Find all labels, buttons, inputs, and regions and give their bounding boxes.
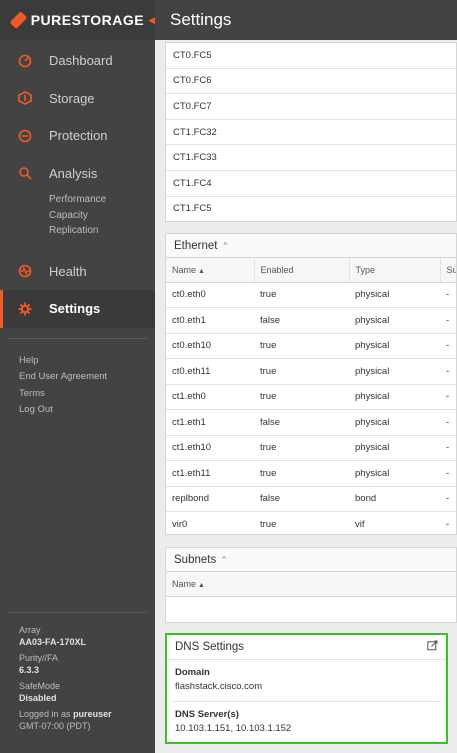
page-title: Settings bbox=[170, 10, 232, 29]
logo-text: PURESTORAGE bbox=[30, 12, 145, 28]
analysis-subnav: Performance Capacity Replication bbox=[0, 192, 155, 239]
fc-ports-panel: CT0.FC5 CT0.FC6 CT0.FC7 CT1.FC32 CT1.FC3… bbox=[165, 42, 457, 222]
pure-storage-logo[interactable]: PURESTORAGE ◀ bbox=[0, 0, 155, 40]
subnets-panel: Subnets ^ Name ▲ bbox=[165, 547, 457, 623]
ethernet-title: Ethernet bbox=[174, 239, 218, 252]
sidebar-links: Help End User Agreement Terms Log Out bbox=[0, 339, 155, 419]
dns-domain-field: Domain flashstack.cisco.com bbox=[167, 660, 446, 692]
analysis-icon bbox=[18, 166, 32, 180]
sidebar-item-health[interactable]: Health bbox=[0, 253, 155, 291]
purity-value: 6.3.3 bbox=[19, 665, 40, 675]
logged-in-user: pureuser bbox=[73, 709, 112, 719]
table-row[interactable]: ct1.eth0 true physical - bbox=[166, 384, 456, 410]
subnets-table: Name ▲ bbox=[166, 572, 456, 597]
protection-icon bbox=[18, 129, 32, 143]
subnets-panel-header[interactable]: Subnets ^ bbox=[166, 548, 456, 572]
table-row[interactable]: ct0.eth11 true physical - bbox=[166, 358, 456, 385]
table-row[interactable]: ct0.eth0 true physical - bbox=[166, 282, 456, 308]
sidebar: PURESTORAGE ◀ Dashboard Storage Protecti… bbox=[0, 0, 155, 753]
column-header-type[interactable]: Type bbox=[349, 258, 441, 283]
sidebar-subitem-replication[interactable]: Replication bbox=[49, 223, 155, 239]
edit-icon[interactable] bbox=[427, 640, 438, 654]
sidebar-item-dashboard[interactable]: Dashboard bbox=[0, 42, 155, 80]
purity-label: Purity//FA bbox=[19, 653, 59, 663]
chevron-up-icon[interactable]: ^ bbox=[223, 241, 227, 250]
ethernet-table: Name ▲ Enabled Type Su ct0.eth0 true physic… bbox=[166, 258, 456, 534]
table-row[interactable]: ct0.eth1 false physical - bbox=[166, 307, 456, 334]
sidebar-subitem-capacity[interactable]: Capacity bbox=[49, 208, 155, 224]
table-row[interactable]: CT0.FC7 bbox=[166, 94, 456, 120]
table-row[interactable]: ct1.eth1 false physical - bbox=[166, 409, 456, 436]
table-row[interactable]: CT0.FC5 bbox=[166, 43, 456, 69]
timezone: GMT-07:00 (PDT) bbox=[19, 721, 91, 731]
safemode-label: SafeMode bbox=[19, 681, 61, 691]
array-label: Array bbox=[19, 625, 41, 635]
dns-servers-field: DNS Server(s) 10.103.1.151, 10.103.1.152 bbox=[167, 702, 446, 734]
storage-icon bbox=[18, 91, 32, 106]
sidebar-item-label: Analysis bbox=[49, 165, 98, 181]
dns-domain-value: flashstack.cisco.com bbox=[175, 681, 263, 692]
ethernet-panel: Ethernet ^ Name ▲ Enabled Type Su ct0.eth… bbox=[165, 233, 457, 535]
sidebar-item-label: Protection bbox=[49, 128, 108, 144]
sidebar-divider bbox=[8, 612, 147, 613]
dns-settings-panel: DNS Settings Domain flashstack.cisco.com… bbox=[165, 633, 448, 744]
array-value: AA03-FA-170XL bbox=[19, 637, 87, 647]
sidebar-item-label: Storage bbox=[49, 90, 95, 106]
safemode-value: Disabled bbox=[19, 693, 57, 703]
dns-settings-title: DNS Settings bbox=[175, 641, 245, 653]
sidebar-item-protection[interactable]: Protection bbox=[0, 117, 155, 155]
table-row[interactable]: ct1.eth10 true physical - bbox=[166, 435, 456, 461]
header: Settings bbox=[155, 0, 457, 40]
column-header-speed[interactable]: Su bbox=[440, 258, 456, 283]
dns-settings-header: DNS Settings bbox=[167, 635, 446, 660]
dns-servers-value: 10.103.1.151, 10.103.1.152 bbox=[175, 723, 292, 734]
collapse-arrow-icon[interactable]: ◀ bbox=[148, 15, 155, 26]
dns-domain-label: Domain bbox=[175, 667, 210, 678]
table-row[interactable]: CT1.FC5 bbox=[166, 197, 456, 221]
table-row[interactable]: CT1.FC33 bbox=[166, 145, 456, 171]
table-row[interactable]: ct1.eth11 true physical - bbox=[166, 460, 456, 487]
ethernet-panel-header[interactable]: Ethernet ^ bbox=[166, 234, 456, 258]
sidebar-item-label: Settings bbox=[49, 301, 101, 317]
column-header-name[interactable]: Name ▲ bbox=[166, 258, 255, 283]
sidebar-item-storage[interactable]: Storage bbox=[0, 80, 155, 118]
sidebar-item-settings[interactable]: Settings bbox=[0, 290, 155, 328]
gear-icon bbox=[18, 302, 32, 316]
array-info: Array AA03-FA-170XL Purity//FA 6.3.3 Saf… bbox=[19, 624, 112, 736]
logged-in-label: Logged in as bbox=[19, 709, 71, 719]
sidebar-subitem-performance[interactable]: Performance bbox=[49, 192, 155, 208]
dashboard-icon bbox=[18, 54, 32, 68]
sidebar-item-label: Health bbox=[49, 263, 87, 279]
health-icon bbox=[18, 264, 32, 278]
pure-storage-logo-mark bbox=[9, 11, 28, 29]
table-row[interactable]: vir0 true vif - bbox=[166, 511, 456, 534]
sidebar-item-analysis[interactable]: Analysis bbox=[0, 155, 155, 193]
sort-ascending-icon: ▲ bbox=[198, 581, 205, 589]
dns-servers-label: DNS Server(s) bbox=[175, 709, 239, 720]
column-header-enabled[interactable]: Enabled bbox=[254, 258, 350, 283]
table-row[interactable]: CT0.FC6 bbox=[166, 69, 456, 95]
table-row[interactable]: CT1.FC32 bbox=[166, 120, 456, 146]
table-row[interactable]: replbond false bond - bbox=[166, 486, 456, 512]
help-link[interactable]: Help bbox=[19, 353, 155, 370]
chevron-up-icon[interactable]: ^ bbox=[222, 555, 226, 564]
subnets-title: Subnets bbox=[174, 553, 217, 566]
column-header-name[interactable]: Name ▲ bbox=[166, 572, 456, 597]
end-user-agreement-link[interactable]: End User Agreement bbox=[19, 369, 155, 386]
terms-link[interactable]: Terms bbox=[19, 386, 155, 403]
log-out-link[interactable]: Log Out bbox=[19, 402, 155, 419]
table-row[interactable]: CT1.FC4 bbox=[166, 171, 456, 197]
sidebar-item-label: Dashboard bbox=[49, 53, 113, 69]
sort-ascending-icon: ▲ bbox=[198, 267, 205, 275]
table-row[interactable]: ct0.eth10 true physical - bbox=[166, 333, 456, 359]
